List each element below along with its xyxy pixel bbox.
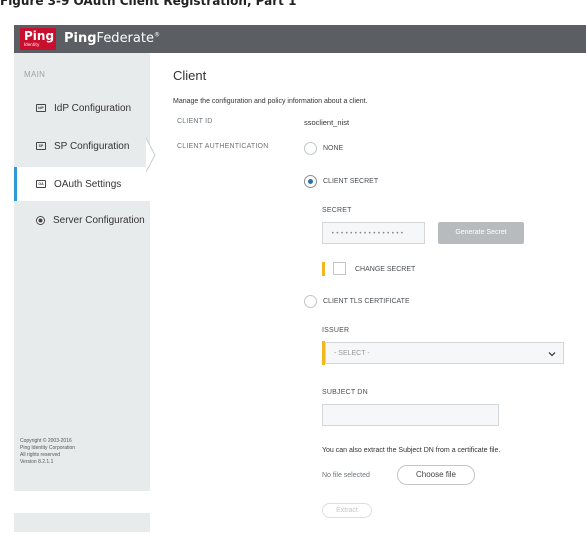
brand-bold: Ping [64,31,97,46]
issuer-select-value: - SELECT - [334,350,370,357]
issuer-label: ISSUER [322,327,350,334]
extract-button[interactable]: Extract [322,503,372,518]
active-item-pointer-icon [146,138,156,172]
change-secret-checkbox[interactable] [333,262,346,275]
sidebar-heading: MAIN [24,70,46,79]
file-status: No file selected [322,472,370,479]
logo-text: Ping [24,29,55,43]
auth-client-secret-label: CLIENT SECRET [323,178,379,185]
version-line: Version 8.2.1.1 [20,459,54,465]
brand-rest: Federate [96,31,154,46]
copyright-line: Ping Identity Corporation [20,445,76,451]
change-secret-label: CHANGE SECRET [355,266,416,273]
idp-icon: IdP [36,104,46,112]
sidebar: MAIN IdP IdP Configuration SP SP Configu… [14,53,150,491]
server-icon [36,215,45,225]
page-title: Client [173,68,207,83]
sidebar-item-label: SP Configuration [54,140,130,152]
auth-none-label: NONE [323,145,344,152]
sidebar-item-label: IdP Configuration [54,102,132,114]
auth-client-secret-radio[interactable] [304,175,317,188]
sidebar-item-oauth-settings[interactable]: OA OAuth Settings [14,167,150,201]
sidebar-item-label: OAuth Settings [54,178,122,190]
product-name: PingFederate® [64,31,160,46]
chevron-down-icon [548,352,556,357]
auth-client-tls-radio[interactable] [304,295,317,308]
client-id-label: CLIENT ID [177,118,213,125]
issuer-select[interactable]: - SELECT - [325,342,564,364]
required-indicator [322,262,325,276]
figure-caption: Figure 3-9 OAuth Client Registration, Pa… [0,0,297,8]
oauth-icon: OA [36,180,46,188]
auth-none-radio[interactable] [304,142,317,155]
sidebar-item-server-configuration[interactable]: Server Configuration [14,203,150,237]
sp-icon: SP [36,142,46,150]
secret-label: SECRET [322,207,352,214]
choose-file-button[interactable]: Choose file [397,465,475,485]
sidebar-item-sp-configuration[interactable]: SP SP Configuration [14,129,150,163]
subject-dn-label: SUBJECT DN [322,389,368,396]
generate-secret-button[interactable]: Generate Secret [438,222,524,244]
brand-mark: ® [153,31,160,39]
extract-note: You can also extract the Subject DN from… [322,447,501,454]
copyright-line: Copyright © 2003-2016 [20,438,72,444]
sidebar-item-label: Server Configuration [53,214,145,226]
top-bar: Ping Identity PingFederate® [14,25,586,53]
copyright-notice: Copyright © 2003-2016 Ping Identity Corp… [20,438,75,466]
secret-field[interactable]: •••••••••••••••• [322,222,425,244]
sidebar-item-idp-configuration[interactable]: IdP IdP Configuration [14,91,150,125]
client-id-value: ssoclient_nist [304,118,350,127]
page-description: Manage the configuration and policy info… [173,98,368,105]
subject-dn-field[interactable] [322,404,499,426]
client-authentication-label: CLIENT AUTHENTICATION [177,143,269,150]
ping-identity-logo[interactable]: Ping Identity [20,28,56,50]
sidebar-footer [14,513,150,532]
copyright-line: All rights reserved [20,452,61,458]
auth-client-tls-label: CLIENT TLS CERTIFICATE [323,298,410,305]
